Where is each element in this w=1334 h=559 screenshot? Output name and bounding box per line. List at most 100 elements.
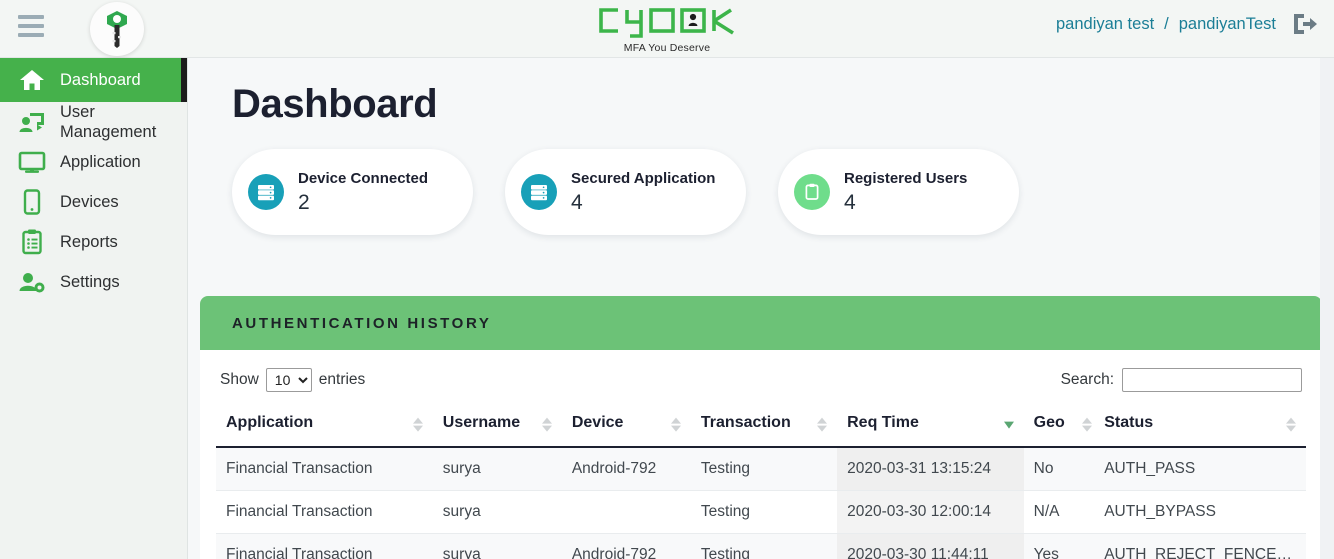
cell-device: Android-792 (561, 447, 691, 491)
cell-status: AUTH_PASS (1094, 447, 1306, 491)
cell-geo: N/A (1023, 490, 1095, 534)
cell-application: Financial Transaction (216, 490, 433, 534)
panel-heading: AUTHENTICATION HISTORY (200, 296, 1322, 350)
page-length-control: Show 10 25 50 100 entries (220, 368, 365, 392)
column-header-transaction[interactable]: Transaction (690, 406, 838, 448)
stat-card-title: Registered Users (844, 170, 968, 188)
stat-card-value: 4 (844, 190, 856, 214)
authentication-history-panel: AUTHENTICATION HISTORY Show 10 25 50 100… (200, 296, 1322, 559)
cell-status: AUTH_BYPASS (1094, 490, 1306, 534)
sort-icon (541, 417, 552, 432)
column-header-status[interactable]: Status (1094, 406, 1306, 448)
user-account-area: pandiyan test / pandiyanTest (1056, 12, 1318, 36)
user-separator: / (1164, 14, 1169, 33)
monitor-icon (18, 148, 46, 176)
page-scrollbar[interactable] (1320, 58, 1334, 559)
page-title: Dashboard (232, 82, 438, 126)
stat-card-secured-application[interactable]: Secured Application 4 (505, 149, 746, 235)
entries-label: entries (318, 371, 366, 388)
column-header-username[interactable]: Username (432, 406, 562, 448)
sidebar-item-devices[interactable]: Devices (0, 182, 187, 222)
sidebar-item-reports[interactable]: Reports (0, 222, 187, 262)
cell-transaction: Testing (690, 533, 838, 559)
org-link[interactable]: pandiyan test (1056, 15, 1154, 34)
hamburger-bar (18, 24, 44, 28)
mobile-icon (18, 188, 46, 216)
show-label: Show (220, 371, 259, 388)
cell-device: Android-792 (561, 533, 691, 559)
column-label: Req Time (847, 414, 919, 431)
sort-icon-descending (1003, 418, 1014, 432)
logout-icon[interactable] (1292, 12, 1318, 36)
stat-cards: Device Connected 2 Secured Application 4 (232, 149, 1334, 235)
column-label: Application (226, 414, 314, 431)
clipboard-list-icon (18, 228, 46, 256)
stat-card-title: Secured Application (571, 170, 716, 188)
sidebar-label: Devices (60, 193, 119, 212)
page-length-select[interactable]: 10 25 50 100 (265, 368, 312, 392)
stat-card-device-connected[interactable]: Device Connected 2 (232, 149, 473, 235)
table-row[interactable]: Financial Transaction surya Android-792 … (216, 447, 1306, 491)
sidebar-item-user-management[interactable]: User Management (0, 102, 187, 142)
top-header-bar: MFA You Deserve pandiyan test / pandiyan… (0, 0, 1334, 58)
table-row[interactable]: Financial Transaction surya Testing 2020… (216, 490, 1306, 534)
cell-status: AUTH_REJECT_FENCEOUT (1094, 533, 1306, 559)
column-header-device[interactable]: Device (561, 406, 691, 448)
column-header-application[interactable]: Application (216, 406, 433, 448)
cylock-wordmark-icon (599, 8, 734, 38)
cell-application: Financial Transaction (216, 533, 433, 559)
sidebar-label: Application (60, 153, 141, 172)
username-link[interactable]: pandiyanTest (1179, 15, 1276, 34)
sidebar-item-settings[interactable]: Settings (0, 262, 187, 302)
cell-req-time: 2020-03-30 11:44:11 (837, 533, 1024, 559)
logout-arrow-icon (1294, 14, 1317, 34)
server-icon (521, 174, 557, 210)
hamburger-bar (18, 33, 44, 37)
stat-card-value: 2 (298, 190, 310, 214)
sidebar-label: Dashboard (60, 70, 141, 89)
table-row[interactable]: Financial Transaction surya Android-792 … (216, 533, 1306, 559)
panel-body: Show 10 25 50 100 entries Search: (200, 350, 1322, 559)
key-logo-icon (107, 11, 127, 48)
cell-username: surya (432, 533, 562, 559)
hamburger-menu-icon[interactable] (18, 15, 44, 37)
column-label: Transaction (700, 414, 791, 431)
stat-card-registered-users[interactable]: Registered Users 4 (778, 149, 1019, 235)
sort-icon (412, 417, 423, 432)
sort-icon (1286, 417, 1296, 432)
clipboard-icon (794, 174, 830, 210)
search-input[interactable] (1122, 368, 1302, 392)
sort-icon (1082, 417, 1093, 432)
sidebar-item-dashboard[interactable]: Dashboard (0, 58, 187, 102)
cell-device (561, 490, 691, 534)
column-header-geo[interactable]: Geo (1023, 406, 1095, 448)
table-header-row: Application Username Device Transaction … (216, 406, 1306, 448)
cell-username: surya (432, 447, 562, 491)
sidebar-item-application[interactable]: Application (0, 142, 187, 182)
hamburger-bar (18, 15, 44, 19)
stat-card-value: 4 (571, 190, 583, 214)
cylock-logo: MFA You Deserve (594, 5, 740, 55)
search-label: Search: (1060, 371, 1114, 388)
user-management-icon (18, 108, 46, 136)
cell-application: Financial Transaction (216, 447, 433, 491)
home-icon (18, 66, 46, 94)
sidebar-nav: Dashboard User Management Application De… (0, 58, 188, 559)
main-content: Dashboard Device Connected 2 Secured App… (188, 58, 1334, 559)
cell-transaction: Testing (690, 447, 838, 491)
user-gear-icon (18, 268, 46, 296)
table-search-control: Search: (1061, 368, 1302, 392)
stat-card-title: Device Connected (298, 170, 429, 188)
sort-icon (670, 417, 681, 432)
cell-geo: Yes (1023, 533, 1095, 559)
column-label: Status (1104, 414, 1154, 431)
authentication-history-table: Application Username Device Transaction … (216, 406, 1306, 559)
cell-req-time: 2020-03-30 12:00:14 (837, 490, 1024, 534)
server-icon (248, 174, 284, 210)
column-header-req-time[interactable]: Req Time (837, 406, 1024, 448)
sidebar-label: Settings (60, 273, 120, 292)
column-label: Device (571, 414, 624, 431)
brand-key-logo-icon[interactable] (90, 2, 144, 56)
cell-username: surya (432, 490, 562, 534)
cell-req-time: 2020-03-31 13:15:24 (837, 447, 1024, 491)
